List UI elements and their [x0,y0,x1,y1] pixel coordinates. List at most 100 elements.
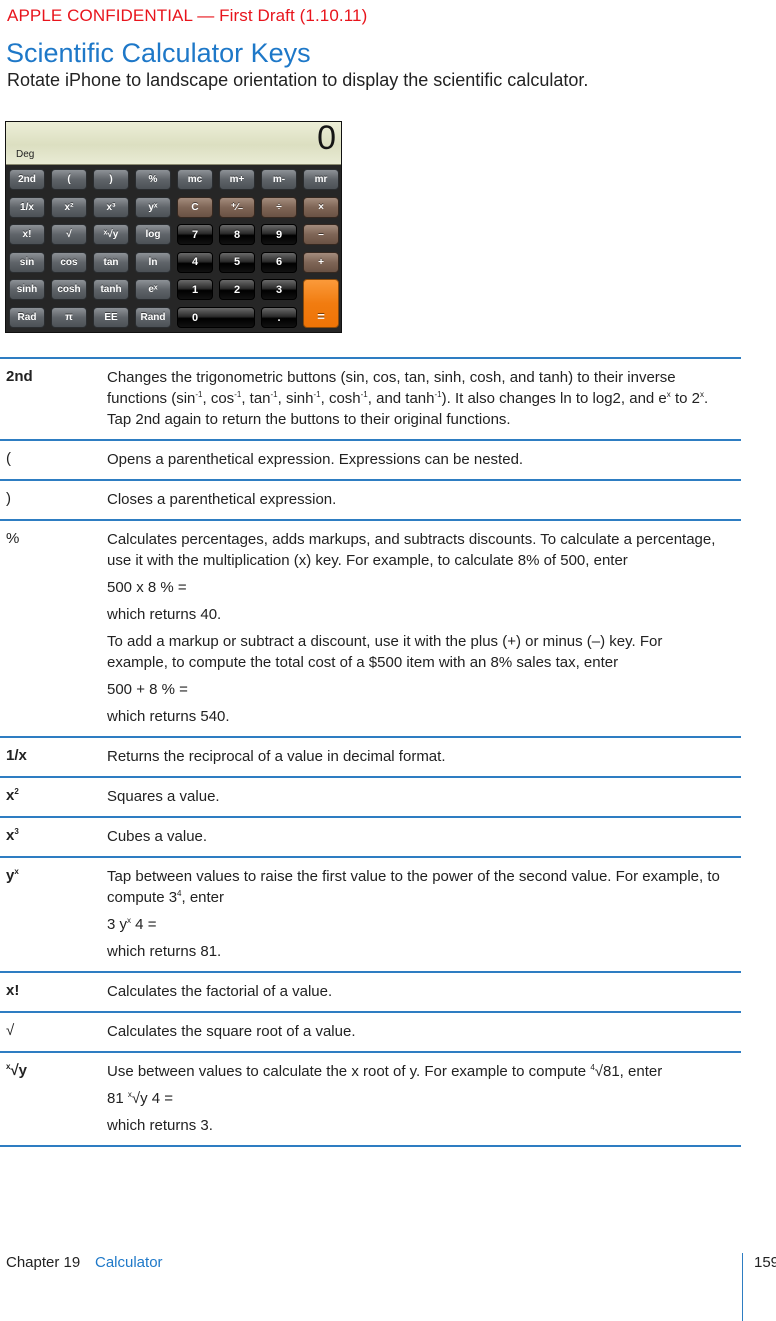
calc-key: 6 [261,251,297,273]
key-descriptions-table: 2nd Changes the trigonometric buttons (si… [0,357,741,1147]
calc-key: + [303,251,339,273]
key-description: Returns the reciprocal of a value in dec… [107,746,727,767]
calc-key: m- [261,169,297,190]
calc-key: × [303,196,339,218]
description-paragraph: 81 x√y 4 = [107,1090,174,1107]
description-paragraph: Squares a value. [107,788,220,805]
calc-key: x! [9,224,45,246]
description-paragraph: Calculates the square root of a value. [107,1023,356,1040]
key-description: Closes a parenthetical expression. [107,489,727,510]
calc-key: cos [51,251,87,273]
calc-key: % [135,169,171,190]
description-paragraph: Use between values to calculate the x ro… [107,1063,663,1080]
calc-key: tanh [93,279,129,301]
footer-section-link[interactable]: Calculator [95,1254,163,1271]
calc-key: eˣ [135,279,171,301]
table-row: x3 Cubes a value. [0,816,741,856]
table-row: ) Closes a parenthetical expression. [0,479,741,519]
calc-key: ( [51,169,87,190]
calc-key: 1 [177,279,213,301]
description-paragraph: Opens a parenthetical expression. Expres… [107,451,524,468]
key-description: Use between values to calculate the x ro… [107,1061,727,1136]
description-paragraph: 3 yx 4 = [107,916,157,933]
calculator-keypad: 2nd ()% mc m+ m-mr 1/x x² x³ yˣ C ⁺∕₋ ÷ × x! √ ˣ√y log 7 8… [9,169,339,331]
key-name: ) [6,490,11,507]
key-name: x2 [6,787,19,804]
table-row: yx Tap between values to raise the first … [0,856,741,971]
calc-key: – [303,224,339,246]
calc-key: C [177,196,213,218]
key-description: Calculates the square root of a value. [107,1021,727,1042]
calc-key: yˣ [135,196,171,218]
calc-key: ln [135,251,171,273]
description-paragraph: Changes the trigonometric buttons (sin, … [107,369,709,428]
description-paragraph: 500 x 8 % = [107,579,187,596]
angle-mode-indicator: Deg [16,149,35,160]
table-row: x√y Use between values to calculate the x… [0,1051,741,1147]
key-name: % [6,530,20,547]
calculator-display: Deg 0 [6,119,341,165]
confidential-banner: APPLE CONFIDENTIAL — First Draft (1.10.1… [7,6,368,25]
calc-key: log [135,224,171,246]
key-name: √ [6,1022,15,1039]
calc-key: 3 [261,279,297,301]
calc-key: 7 [177,224,213,246]
calc-key: 1/x [9,196,45,218]
key-name: x! [6,982,20,999]
description-paragraph: Calculates the factorial of a value. [107,983,333,1000]
description-paragraph: 500 + 8 % = [107,681,188,698]
calc-key: 5 [219,251,255,273]
key-name: 1/x [6,747,27,764]
table-row: ( Opens a parenthetical expression. Expre… [0,439,741,479]
table-row: % Calculates percentages, adds markups, a… [0,519,741,736]
key-description: Changes the trigonometric buttons (sin, … [107,367,727,430]
calc-key: x³ [93,196,129,218]
calc-key: cosh [51,279,87,301]
calc-key: 2 [219,279,255,301]
calc-key: x² [51,196,87,218]
description-paragraph: which returns 40. [107,606,222,623]
key-description: Squares a value. [107,786,727,807]
table-row: 2nd Changes the trigonometric buttons (si… [0,357,741,439]
calc-key: ) [93,169,129,190]
calc-key: tan [93,251,129,273]
description-paragraph: Returns the reciprocal of a value in dec… [107,748,446,765]
calc-key: mr [303,169,339,190]
page-number: 159 [754,1254,776,1271]
description-paragraph: Calculates percentages, adds markups, an… [107,531,716,569]
table-row: √ Calculates the square root of a value. [0,1011,741,1051]
calc-key: 9 [261,224,297,246]
description-paragraph: Tap between values to raise the first va… [107,868,720,906]
calc-key: Rand [135,307,171,328]
page-title: Scientific Calculator Keys [6,38,311,68]
calc-key: Rad [9,307,45,328]
table-row: x2 Squares a value. [0,776,741,816]
calc-key: sinh [9,279,45,301]
scientific-calculator-image: Deg 0 2nd ()% mc m+ m-mr 1/x x² x³ yˣ C ⁺∕₋ ÷ × x! √ ˣ√… [5,119,342,333]
key-name: x3 [6,827,19,844]
description-paragraph: which returns 3. [107,1117,213,1134]
footer-divider [742,1253,743,1321]
key-description: Calculates the factorial of a value. [107,981,727,1002]
calc-key: π [51,307,87,328]
description-paragraph: To add a markup or subtract a discount, … [107,633,663,671]
footer-chapter: Chapter 19 [6,1254,81,1271]
calc-key: ˣ√y [93,224,129,246]
key-name: x√y [6,1062,28,1079]
key-name: 2nd [6,368,33,385]
description-paragraph: Closes a parenthetical expression. [107,491,337,508]
calc-key: mc [177,169,213,190]
table-row: 1/x Returns the reciprocal of a value in … [0,736,741,776]
key-name: ( [6,450,11,467]
description-paragraph: which returns 81. [107,943,222,960]
table-row: x! Calculates the factorial of a value. [0,971,741,1011]
calc-key: 4 [177,251,213,273]
calc-key: . [261,307,297,328]
description-paragraph: Cubes a value. [107,828,208,845]
description-paragraph: which returns 540. [107,708,230,725]
calc-key: m+ [219,169,255,190]
calc-key: 8 [219,224,255,246]
key-description: Opens a parenthetical expression. Expres… [107,449,727,470]
calc-key: = [303,279,339,328]
display-value: 0 [317,119,336,157]
